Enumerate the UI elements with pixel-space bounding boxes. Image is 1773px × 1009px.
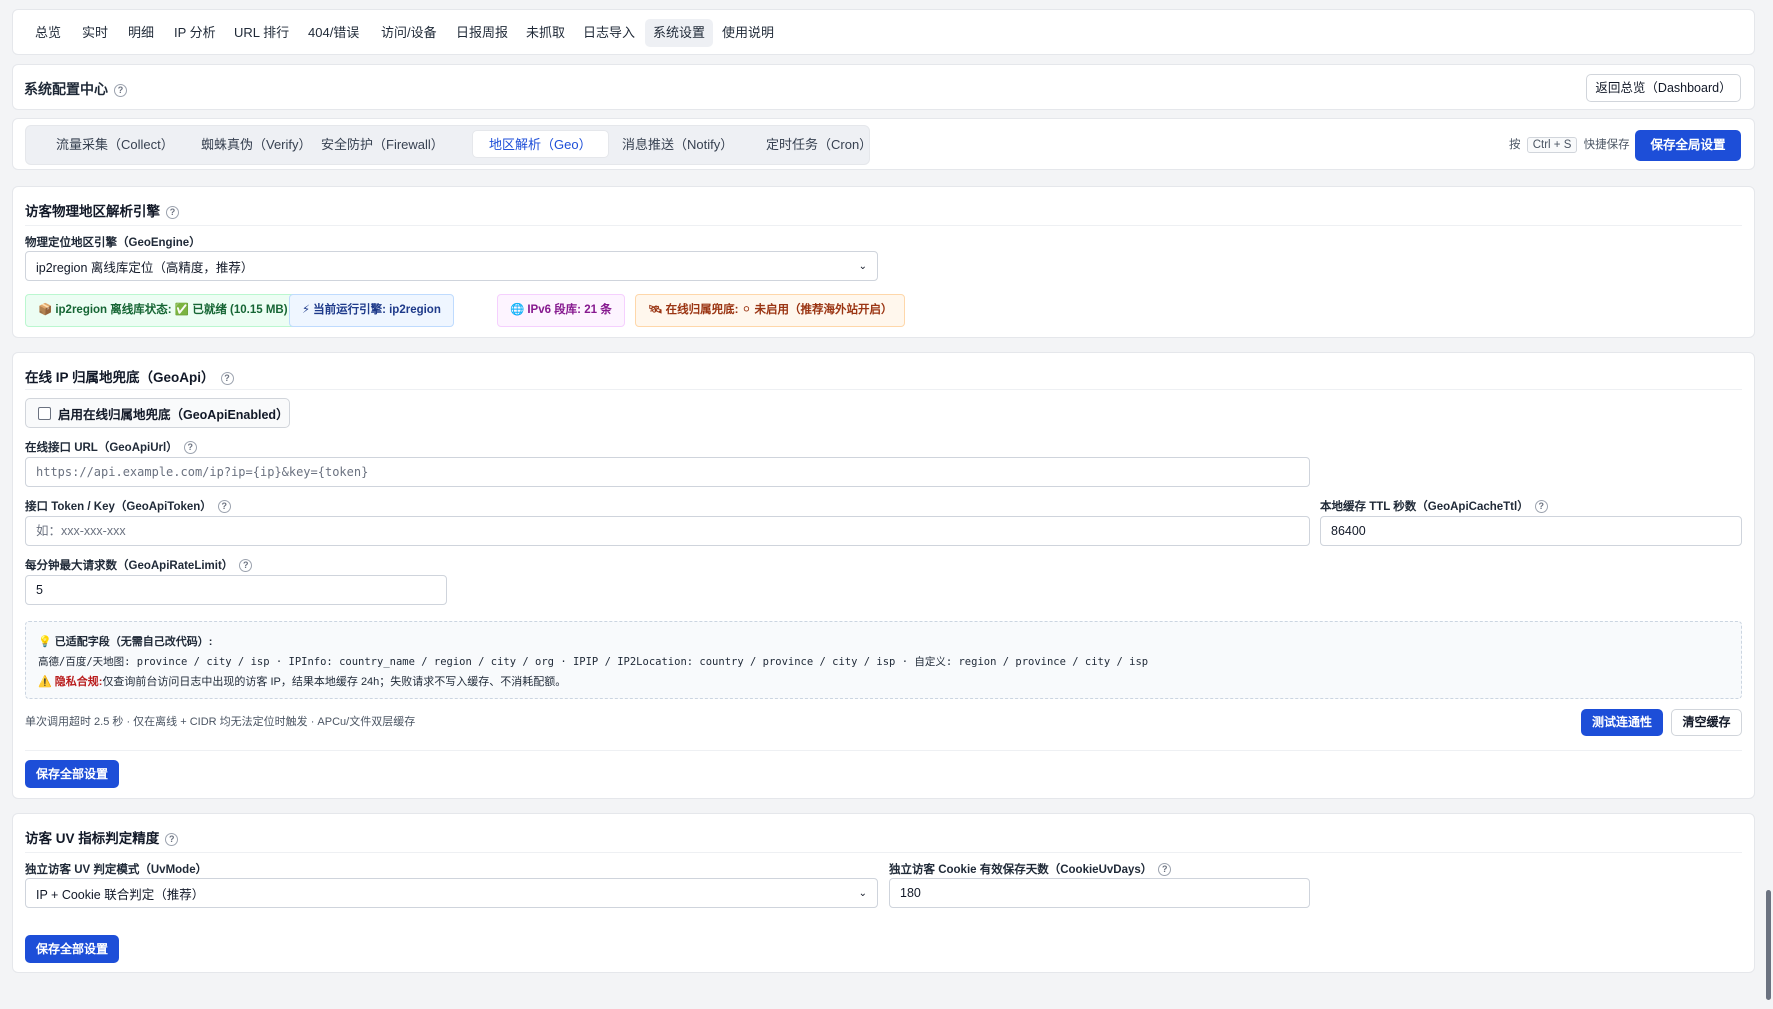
badge-icon: ⚡ xyxy=(302,304,311,316)
settings-tab[interactable]: 定时任务（Cron） xyxy=(750,131,888,159)
status-badge: 📦 ip2region 离线库状态: ✅ 已就绪 (10.15 MB) xyxy=(25,294,301,327)
nav-item[interactable]: 明细 xyxy=(120,19,162,47)
nav-item[interactable]: 实时 xyxy=(74,19,116,47)
geo-api-rate-input[interactable] xyxy=(25,575,447,605)
settings-tab[interactable]: 消息推送（Notify） xyxy=(606,131,749,159)
geo-engine-section: 访客物理地区解析引擎? 物理定位地区引擎（GeoEngine） ip2regio… xyxy=(12,186,1755,338)
nav-item[interactable]: 系统设置 xyxy=(645,19,714,47)
nav-item[interactable]: 404/错误 xyxy=(300,19,367,47)
geo-api-enable-toggle[interactable]: 启用在线归属地兜底（GeoApiEnabled） xyxy=(25,398,290,428)
geo-api-rate-label: 每分钟最大请求数（GeoApiRateLimit）? xyxy=(25,557,253,573)
uv-mode-label: 独立访客 UV 判定模式（UvMode） xyxy=(25,864,208,876)
nav-item[interactable]: URL 排行 xyxy=(226,19,297,47)
geo-api-token-input[interactable] xyxy=(25,516,1310,546)
help-icon[interactable]: ? xyxy=(1158,863,1172,877)
chevron-down-icon: ⌄ xyxy=(858,260,867,272)
nav-item[interactable]: IP 分析 xyxy=(166,19,224,47)
back-to-dashboard-button[interactable]: 返回总览（Dashboard） xyxy=(1586,74,1741,102)
cookie-days-label: 独立访客 Cookie 有效保存天数（CookieUvDays）? xyxy=(889,861,1172,877)
save-all-settings-button[interactable]: 保存全部设置 xyxy=(25,760,119,788)
help-icon[interactable]: ? xyxy=(1534,500,1548,514)
help-icon[interactable]: ? xyxy=(220,371,234,385)
geo-engine-label: 物理定位地区引擎（GeoEngine） xyxy=(25,237,201,249)
uv-section: 访客 UV 指标判定精度? 独立访客 UV 判定模式（UvMode） IP + … xyxy=(12,813,1755,973)
cookie-days-input[interactable] xyxy=(889,878,1310,908)
geo-api-info-box: 💡 已适配字段（无需自己改代码）: 高德/百度/天地图: province / … xyxy=(25,621,1742,699)
tab-group: 流量采集（Collect） 蜘蛛真伪（Verify） 安全防护（Firewall）地… xyxy=(25,125,872,165)
top-nav: 总览 实时 明细 IP 分析 URL 排行 404/错误 访问/设备 日报周报 未抓取 日志导入系… xyxy=(12,9,1755,55)
save-global-settings-button[interactable]: 保存全局设置 xyxy=(1635,130,1741,161)
bulb-icon: 💡 xyxy=(38,636,52,648)
geo-engine-select[interactable]: ip2region 离线库定位（高精度，推荐） ⌄ xyxy=(25,251,878,281)
section-title: 访客物理地区解析引擎? xyxy=(25,200,179,220)
status-badge: 🛰 在线归属兜底: ⚪ 未启用（推荐海外站开启） xyxy=(635,294,906,327)
help-icon[interactable]: ? xyxy=(239,559,253,573)
page-header: 系统配置中心? 返回总览（Dashboard） xyxy=(12,64,1755,110)
nav-item[interactable]: 使用说明 xyxy=(714,19,782,47)
help-icon[interactable]: ? xyxy=(183,441,197,455)
nav-item[interactable]: 访问/设备 xyxy=(373,19,445,47)
badge-icon: 📦 xyxy=(38,304,53,316)
status-badge: ⚡ 当前运行引擎: ip2region xyxy=(289,294,454,327)
geo-api-section: 在线 IP 归属地兜底（GeoApi）? 启用在线归属地兜底（GeoApiEna… xyxy=(12,352,1755,799)
geo-api-ttl-input[interactable] xyxy=(1320,516,1742,546)
geo-api-footer-note: 单次调用超时 2.5 秒 · 仅在离线 + CIDR 均无法定位时触发 · AP… xyxy=(25,716,416,728)
divider xyxy=(25,225,1742,226)
geo-api-url-input[interactable] xyxy=(25,457,1310,487)
shortcut-hint: 按 Ctrl + S 快捷保存 xyxy=(1509,137,1630,153)
page-title: 系统配置中心? xyxy=(24,79,127,99)
scrollbar-thumb[interactable] xyxy=(1766,890,1771,1000)
settings-tab[interactable]: 流量采集（Collect） xyxy=(40,131,190,159)
info-privacy: ⚠️ 隐私合规:仅查询前台访问日志中出现的访客 IP，结果本地缓存 24h；失败… xyxy=(38,676,567,688)
chevron-down-icon: ⌄ xyxy=(858,887,867,899)
save-all-settings-button[interactable]: 保存全部设置 xyxy=(25,935,119,963)
clear-cache-button[interactable]: 清空缓存 xyxy=(1671,709,1742,736)
warning-icon: ⚠️ xyxy=(38,676,52,688)
section-title: 访客 UV 指标判定精度? xyxy=(25,827,179,847)
badge-text: 在线归属兜底: ⚪ 未启用（推荐海外站开启） xyxy=(665,304,893,316)
geo-api-url-label: 在线接口 URL（GeoApiUrl）? xyxy=(25,439,197,455)
badge-icon: 🌐 xyxy=(510,304,525,316)
badge-text: 当前运行引擎: ip2region xyxy=(313,304,441,316)
geo-api-ttl-label: 本地缓存 TTL 秒数（GeoApiCacheTtl）? xyxy=(1320,498,1548,514)
test-connectivity-button[interactable]: 测试连通性 xyxy=(1581,709,1663,736)
section-title: 在线 IP 归属地兜底（GeoApi）? xyxy=(25,366,234,386)
help-icon[interactable]: ? xyxy=(217,500,231,514)
badge-text: IPv6 段库: 21 条 xyxy=(527,304,612,316)
settings-tabs-bar: 流量采集（Collect） 蜘蛛真伪（Verify） 安全防护（Firewall）地… xyxy=(12,118,1755,170)
geo-api-token-label: 接口 Token / Key（GeoApiToken）? xyxy=(25,498,231,514)
help-icon[interactable]: ? xyxy=(166,205,179,219)
nav-item[interactable]: 日志导入 xyxy=(575,19,643,47)
settings-tab[interactable]: 安全防护（Firewall） xyxy=(305,131,460,159)
badge-icon: 🛰 xyxy=(648,304,663,316)
nav-item[interactable]: 未抓取 xyxy=(518,19,573,47)
settings-tab[interactable]: 地区解析（Geo） xyxy=(472,130,609,158)
scrollbar[interactable] xyxy=(1763,0,1773,1009)
badge-text: ip2region 离线库状态: ✅ 已就绪 (10.15 MB) xyxy=(55,304,288,316)
nav-item[interactable]: 总览 xyxy=(27,19,69,47)
divider xyxy=(25,389,1742,390)
status-badge: 🌐 IPv6 段库: 21 条 xyxy=(497,294,625,327)
divider xyxy=(25,852,1742,853)
nav-item[interactable]: 日报周报 xyxy=(448,19,516,47)
help-icon[interactable]: ? xyxy=(165,832,179,846)
info-title: 💡 已适配字段（无需自己改代码）: xyxy=(38,636,213,648)
shortcut-key: Ctrl + S xyxy=(1526,137,1578,153)
uv-mode-select[interactable]: IP + Cookie 联合判定（推荐） ⌄ xyxy=(25,878,878,908)
divider xyxy=(25,750,1742,751)
info-fields: 高德/百度/天地图: province / city / isp · IPInf… xyxy=(38,656,1149,668)
help-icon[interactable]: ? xyxy=(114,83,127,97)
checkbox[interactable] xyxy=(38,406,51,420)
